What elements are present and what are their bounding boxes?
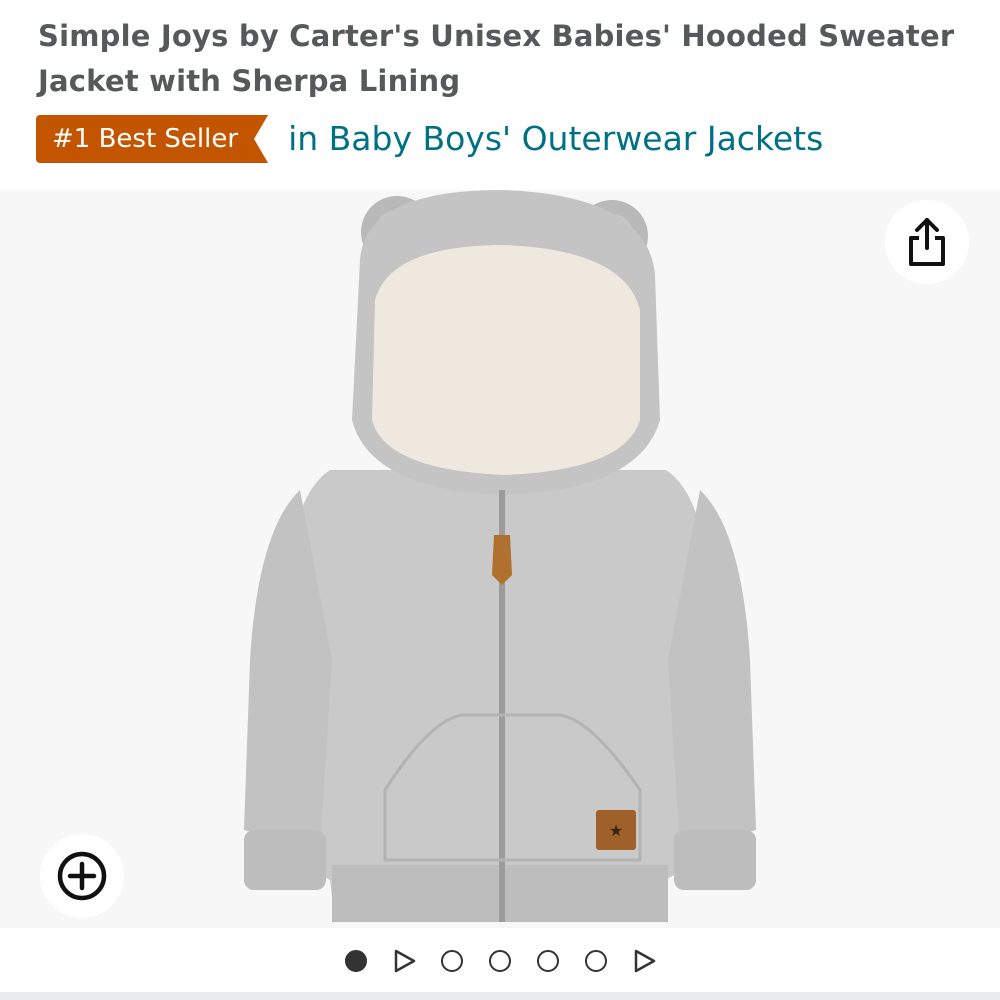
- share-button[interactable]: [885, 200, 969, 284]
- product-image-gallery[interactable]: ★: [0, 190, 1000, 928]
- zoom-in-icon: [57, 851, 107, 901]
- share-icon: [909, 218, 945, 266]
- section-divider: [0, 992, 1000, 1000]
- product-title: Simple Joys by Carter's Unisex Babies' H…: [38, 19, 955, 98]
- svg-text:★: ★: [609, 821, 623, 840]
- sherpa-lining: [372, 245, 640, 475]
- zoom-button[interactable]: [40, 834, 124, 918]
- pagination-dot-image[interactable]: [476, 938, 524, 984]
- pagination-video-icon[interactable]: [380, 938, 428, 984]
- pagination-video-icon[interactable]: [620, 938, 668, 984]
- pagination-dot-image[interactable]: [428, 938, 476, 984]
- zipper-pull: [492, 535, 512, 585]
- product-image[interactable]: ★: [0, 190, 1000, 928]
- pagination-dot-image[interactable]: [332, 938, 380, 984]
- product-page: Simple Joys by Carter's Unisex Babies' H…: [0, 0, 1000, 1000]
- best-seller-badge[interactable]: #1 Best Seller: [36, 115, 268, 163]
- best-seller-category-link[interactable]: in Baby Boys' Outerwear Jackets: [288, 115, 823, 163]
- pagination-dot-image[interactable]: [524, 938, 572, 984]
- pagination-dot-image[interactable]: [572, 938, 620, 984]
- image-pagination: [0, 938, 1000, 984]
- best-seller-row: #1 Best Seller in Baby Boys' Outerwear J…: [36, 113, 823, 165]
